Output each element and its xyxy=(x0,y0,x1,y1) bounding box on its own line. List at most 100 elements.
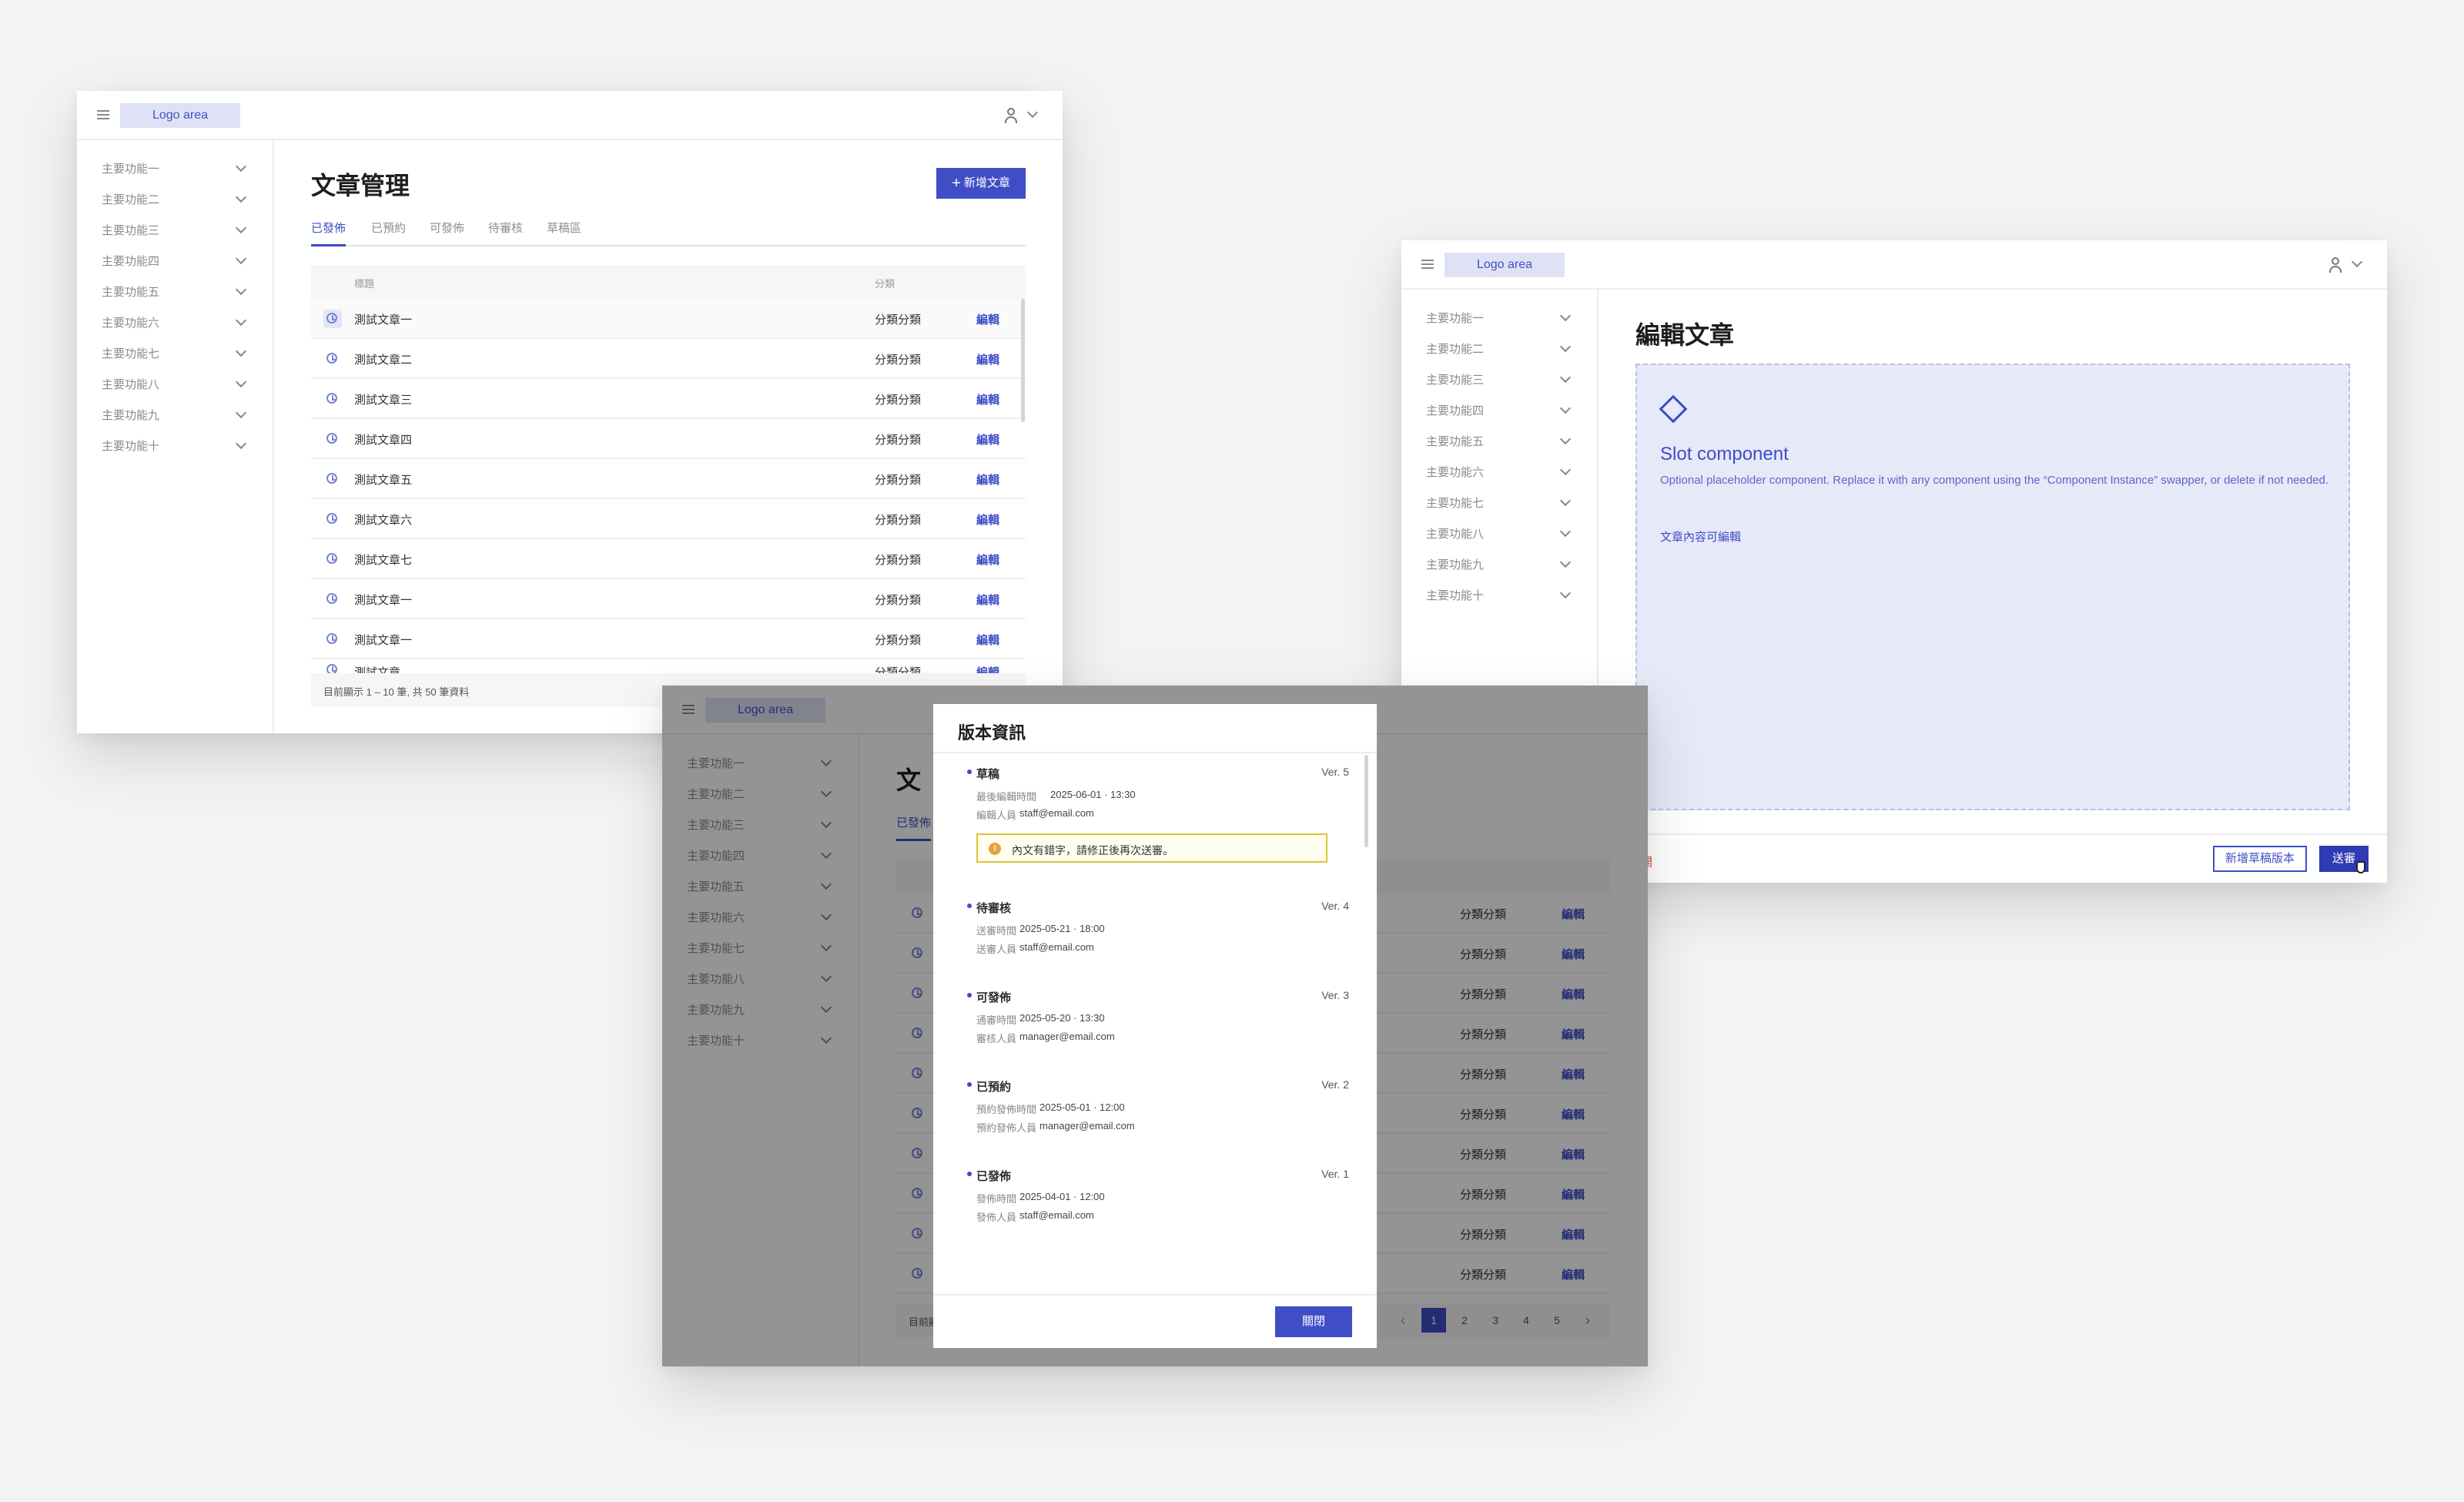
tab-drafts[interactable]: 草稿區 xyxy=(547,220,581,246)
sidebar-item[interactable]: 主要功能十 xyxy=(102,431,248,462)
modal-title: 版本資訊 xyxy=(958,723,1026,743)
table-row: 測試文章一 分類分類 編輯 xyxy=(311,299,1026,339)
edit-link[interactable]: 編輯 xyxy=(976,632,999,648)
edit-link[interactable]: 編輯 xyxy=(976,471,999,488)
tab-published[interactable]: 已發佈 xyxy=(311,220,346,246)
sidebar-item[interactable]: 主要功能五 xyxy=(102,277,248,308)
logo-area: Logo area xyxy=(120,103,240,128)
table-row: 測試文章 分類分類 編輯 xyxy=(311,659,1026,673)
table-row: 測試文章六 分類分類 編輯 xyxy=(311,499,1026,539)
diamond-icon xyxy=(1659,394,1688,424)
sidebar-item[interactable]: 主要功能一 xyxy=(1426,303,1572,334)
table-row: 測試文章一 分類分類 編輯 xyxy=(311,579,1026,619)
new-article-button[interactable]: + 新增文章 xyxy=(936,168,1026,199)
timeline-dot xyxy=(967,904,972,908)
chevron-down-icon xyxy=(1559,433,1572,445)
history-icon[interactable] xyxy=(326,473,337,484)
chevron-down-icon xyxy=(235,283,247,296)
scrollbar[interactable] xyxy=(1021,299,1025,422)
chevron-down-icon xyxy=(1559,310,1572,322)
status-tabs: 已發佈 已預約 可發佈 待審核 草稿區 xyxy=(311,220,1026,246)
history-icon[interactable] xyxy=(326,593,337,604)
history-icon[interactable] xyxy=(326,433,337,444)
cursor-icon xyxy=(2356,861,2365,873)
chevron-down-icon xyxy=(235,438,247,450)
sidebar-item[interactable]: 主要功能八 xyxy=(102,370,248,401)
chevron-down-icon xyxy=(235,222,247,234)
history-icon[interactable] xyxy=(326,633,337,644)
chevron-down-icon xyxy=(235,345,247,357)
table-row: 測試文章五 分類分類 編輯 xyxy=(311,459,1026,499)
edit-link[interactable]: 編輯 xyxy=(976,552,999,568)
sidebar-item[interactable]: 主要功能一 xyxy=(102,154,248,185)
sidebar-item[interactable]: 主要功能三 xyxy=(1426,365,1572,396)
table-row: 測試文章一 分類分類 編輯 xyxy=(311,619,1026,659)
tab-publishable[interactable]: 可發佈 xyxy=(430,220,464,246)
plus-icon: + xyxy=(952,175,961,192)
tab-pending-review[interactable]: 待審核 xyxy=(488,220,523,246)
page-title: 編輯文章 xyxy=(1635,321,1735,349)
edit-link[interactable]: 編輯 xyxy=(976,511,999,528)
modal-header-divider xyxy=(933,752,1377,753)
edit-link[interactable]: 編輯 xyxy=(976,664,999,673)
sidebar-item[interactable]: 主要功能八 xyxy=(1426,519,1572,550)
edit-link[interactable]: 編輯 xyxy=(976,391,999,407)
modal-scrollbar[interactable] xyxy=(1364,755,1368,847)
edit-link[interactable]: 編輯 xyxy=(976,592,999,608)
sidebar-item[interactable]: 主要功能二 xyxy=(102,185,248,216)
menu-icon[interactable] xyxy=(97,110,109,119)
page-title: 文章管理 xyxy=(311,172,410,199)
sidebar-item[interactable]: 主要功能十 xyxy=(1426,581,1572,612)
chevron-down-icon xyxy=(1559,587,1572,599)
history-icon xyxy=(326,313,337,324)
tab-scheduled[interactable]: 已預約 xyxy=(371,220,406,246)
chevron-down-icon xyxy=(235,253,247,265)
sidebar-item[interactable]: 主要功能九 xyxy=(1426,550,1572,581)
footer-divider xyxy=(1599,833,2387,835)
slot-content-link[interactable]: 文章內容可編輯 xyxy=(1660,528,1741,545)
history-icon[interactable] xyxy=(326,664,337,673)
sidebar-item[interactable]: 主要功能五 xyxy=(1426,427,1572,458)
edit-link[interactable]: 編輯 xyxy=(976,431,999,448)
table-row: 測試文章三 分類分類 編輯 xyxy=(311,379,1026,419)
sidebar-item[interactable]: 主要功能六 xyxy=(102,308,248,339)
history-icon[interactable] xyxy=(326,353,337,364)
timeline-dot xyxy=(967,993,972,997)
chevron-down-icon xyxy=(1559,556,1572,568)
table-row: 測試文章七 分類分類 編輯 xyxy=(311,539,1026,579)
close-button[interactable]: 關閉 xyxy=(1275,1306,1352,1337)
top-bar: Logo area xyxy=(77,91,1063,140)
sidebar-item[interactable]: 主要功能七 xyxy=(102,339,248,370)
timeline-dot xyxy=(967,769,972,774)
history-button[interactable] xyxy=(323,310,342,328)
history-icon[interactable] xyxy=(326,513,337,524)
edit-link[interactable]: 編輯 xyxy=(976,311,999,327)
version-info-modal: 版本資訊 草稿 Ver. 5 最後編輯時間 2025-06-01 · 13:30… xyxy=(933,704,1377,1348)
chevron-down-icon xyxy=(1559,464,1572,476)
menu-icon[interactable] xyxy=(1421,260,1434,269)
user-menu-icon[interactable] xyxy=(2329,256,2365,274)
sidebar-item[interactable]: 主要功能六 xyxy=(1426,458,1572,488)
logo-area: Logo area xyxy=(1445,253,1565,277)
sidebar-item[interactable]: 主要功能七 xyxy=(1426,488,1572,519)
warning-alert: ! 內文有錯字，請修正後再次送審。 xyxy=(976,833,1327,863)
edit-link[interactable]: 編輯 xyxy=(976,351,999,367)
sidebar-item[interactable]: 主要功能四 xyxy=(1426,396,1572,427)
sidebar: 主要功能一 主要功能二 主要功能三 主要功能四 主要功能五 主要功能六 主要功能… xyxy=(77,140,274,733)
history-icon[interactable] xyxy=(326,553,337,564)
slot-title: Slot component xyxy=(1660,444,1789,464)
sidebar-item[interactable]: 主要功能四 xyxy=(102,246,248,277)
new-draft-button[interactable]: 新增草稿版本 xyxy=(2213,846,2307,872)
chevron-down-icon xyxy=(1559,495,1572,507)
sidebar-item[interactable]: 主要功能二 xyxy=(1426,334,1572,365)
chevron-down-icon xyxy=(1559,340,1572,353)
article-list-window: Logo area 主要功能一 主要功能二 主要功能三 主要功能四 主要功能五 … xyxy=(77,91,1063,733)
version-entry: 草稿 Ver. 5 最後編輯時間 2025-06-01 · 13:30 編輯人員… xyxy=(967,766,1349,889)
sidebar-item[interactable]: 主要功能三 xyxy=(102,216,248,246)
slot-component[interactable]: Slot component Optional placeholder comp… xyxy=(1635,364,2350,810)
sidebar-item[interactable]: 主要功能九 xyxy=(102,401,248,431)
slot-description: Optional placeholder component. Replace … xyxy=(1660,474,2329,487)
version-entry: 已預約 Ver. 2 預約發佈時間 2025-05-01 · 12:00 預約發… xyxy=(967,1078,1349,1140)
history-icon[interactable] xyxy=(326,393,337,404)
user-menu-icon[interactable] xyxy=(1005,106,1041,125)
